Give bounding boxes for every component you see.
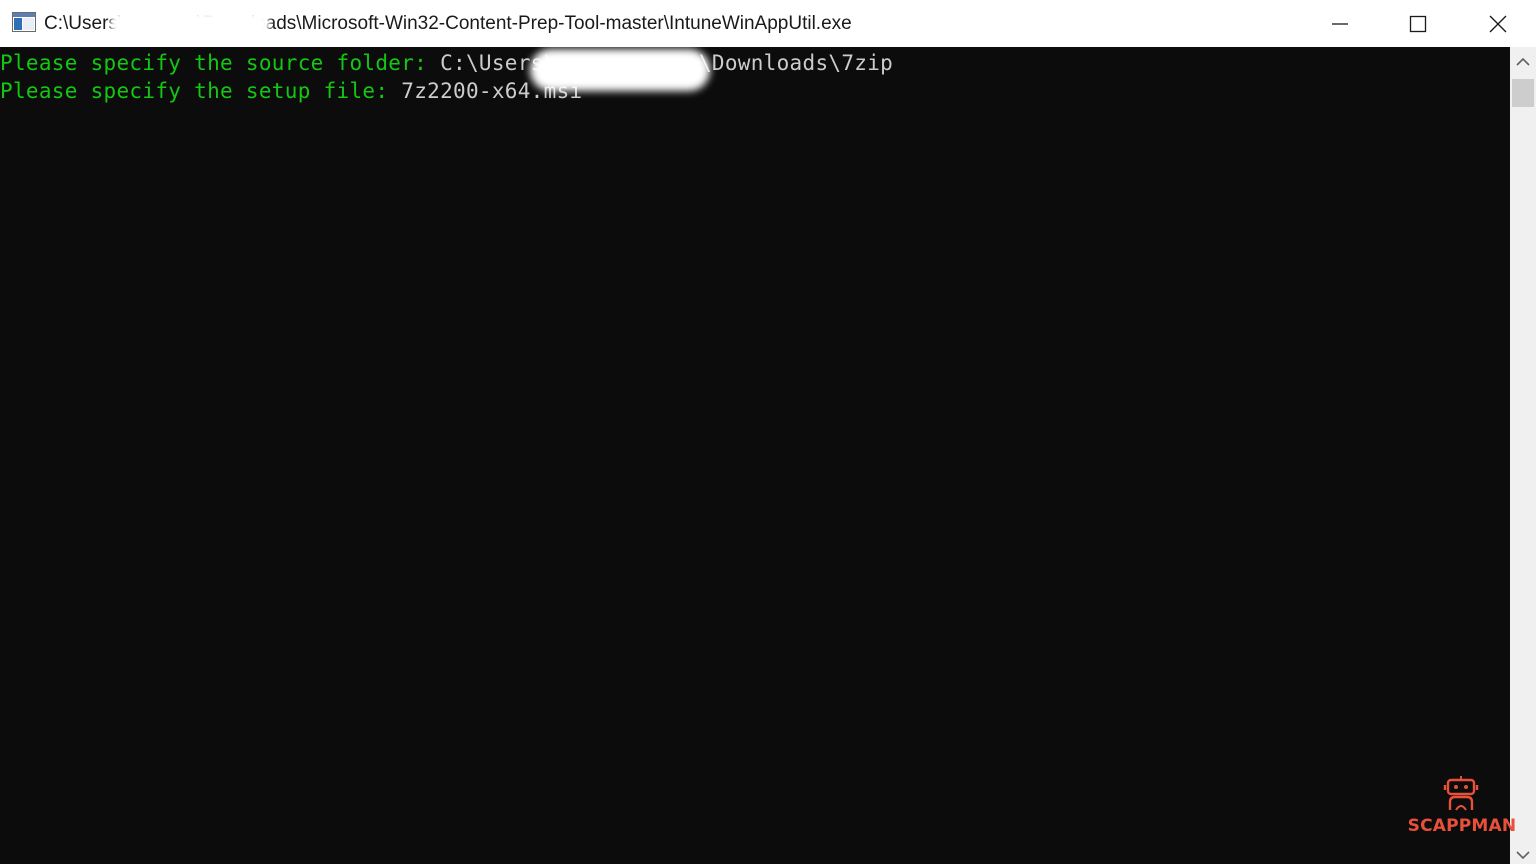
close-icon [1489,15,1507,32]
vertical-scrollbar[interactable] [1510,47,1536,864]
maximize-icon [1409,15,1427,32]
console-output[interactable]: Please specify the source folder: C:\Use… [0,47,1510,864]
chevron-up-icon [1516,57,1530,66]
username-redaction [530,49,710,91]
chevron-down-icon [1516,851,1530,860]
console-line-source-folder: Please specify the source folder: C:\Use… [0,49,893,77]
robot-icon [1443,776,1479,811]
console-line-setup-file: Please specify the setup file: 7z2200-x6… [0,77,582,105]
source-folder-prompt: Please specify the source folder: [0,51,441,75]
scroll-down-button[interactable] [1510,850,1536,864]
minimize-button[interactable] [1300,0,1380,47]
source-folder-value-suffix: \Downloads\7zip [698,51,894,75]
maximize-button[interactable] [1378,0,1458,47]
title-bar[interactable]: C:\Users\ ·········· \Downloads\Microsof… [0,0,1536,47]
scappman-watermark: SCAPPMAN [1400,776,1522,840]
scroll-thumb[interactable] [1512,79,1534,107]
title-redaction [110,12,270,36]
scroll-up-button[interactable] [1510,47,1536,77]
setup-file-prompt: Please specify the setup file: [0,79,402,103]
console-window: C:\Users\ ·········· \Downloads\Microsof… [0,0,1536,864]
watermark-text: SCAPPMAN [1407,816,1517,836]
close-button[interactable] [1458,0,1536,47]
minimize-icon [1332,22,1348,25]
console-app-icon [12,12,36,32]
